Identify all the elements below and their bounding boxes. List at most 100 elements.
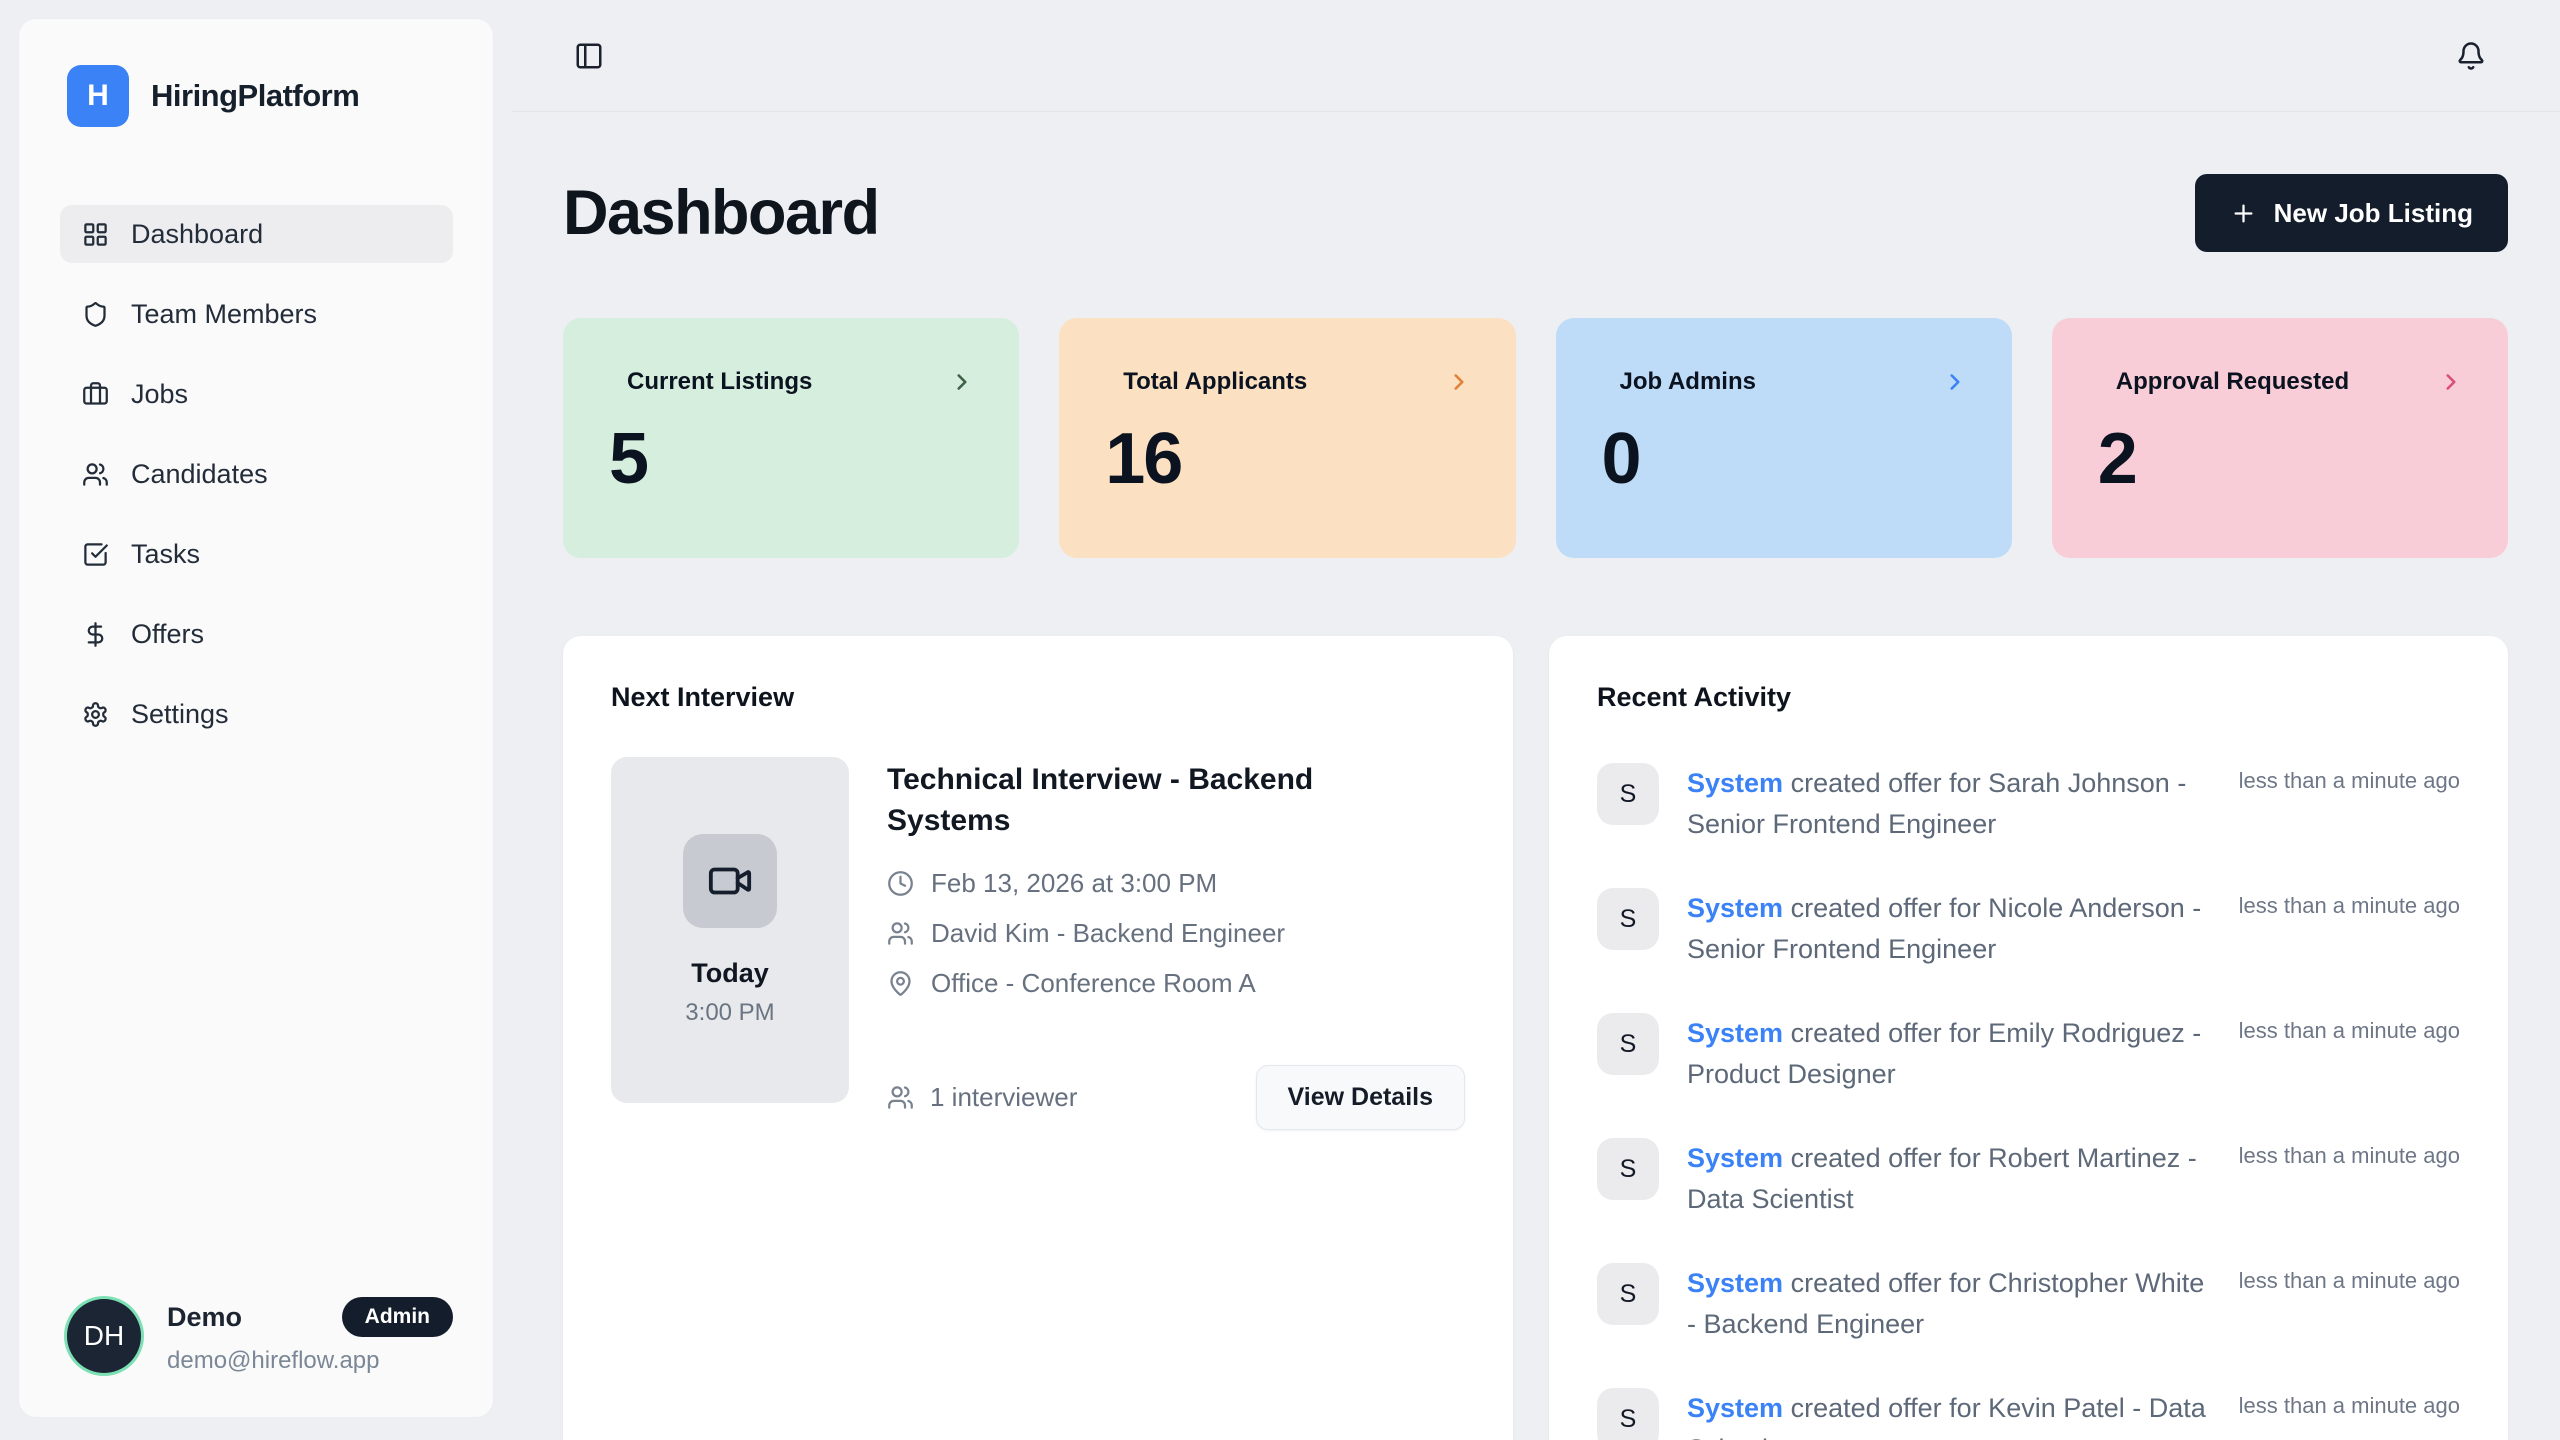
activity-avatar: S — [1597, 763, 1659, 825]
activity-timestamp: less than a minute ago — [2239, 1138, 2460, 1169]
activity-actor: System — [1687, 768, 1783, 798]
page-title: Dashboard — [563, 177, 879, 249]
plus-icon — [2230, 200, 2257, 227]
sidebar-item-label: Dashboard — [131, 219, 263, 250]
stat-card-approval-requested[interactable]: Approval Requested 2 — [2052, 318, 2508, 558]
activity-timestamp: less than a minute ago — [2239, 1013, 2460, 1044]
sidebar-item-label: Candidates — [131, 459, 268, 490]
panel-left-icon — [574, 41, 604, 71]
activity-avatar: S — [1597, 1388, 1659, 1440]
sidebar-item-label: Settings — [131, 699, 229, 730]
user-info: Demo Admin demo@hireflow.app — [167, 1297, 453, 1375]
activity-text: System created offer for Robert Martinez… — [1687, 1138, 2211, 1219]
activity-item: S System created offer for Nicole Anders… — [1597, 888, 2460, 969]
brand-logo-letter: H — [87, 79, 109, 113]
activity-actor: System — [1687, 1268, 1783, 1298]
main-area: Dashboard New Job Listing Current Listin… — [512, 0, 2560, 1440]
interview-person: David Kim - Backend Engineer — [931, 918, 1285, 949]
new-job-listing-button[interactable]: New Job Listing — [2195, 174, 2508, 252]
user-profile[interactable]: DH Demo Admin demo@hireflow.app — [67, 1297, 453, 1375]
stat-value: 0 — [1602, 418, 1968, 500]
sidebar-item-label: Tasks — [131, 539, 200, 570]
interview-location-row: Office - Conference Room A — [887, 968, 1465, 999]
activity-avatar: S — [1597, 1263, 1659, 1325]
stat-label: Approval Requested — [2116, 368, 2349, 396]
activity-timestamp: less than a minute ago — [2239, 888, 2460, 919]
sidebar-item-offers[interactable]: Offers — [60, 605, 453, 663]
sidebar-item-candidates[interactable]: Candidates — [60, 445, 453, 503]
activity-text: System created offer for Nicole Anderson… — [1687, 888, 2211, 969]
video-camera-icon — [707, 858, 753, 904]
chevron-right-icon — [949, 369, 975, 395]
activity-actor: System — [1687, 1393, 1783, 1423]
gear-icon — [82, 701, 109, 728]
activity-avatar: S — [1597, 1138, 1659, 1200]
new-job-listing-label: New Job Listing — [2274, 198, 2473, 229]
interview-day-label: Today — [691, 958, 769, 989]
view-details-button[interactable]: View Details — [1256, 1065, 1465, 1130]
activity-text: System created offer for Emily Rodriguez… — [1687, 1013, 2211, 1094]
activity-actor: System — [1687, 1018, 1783, 1048]
stat-label: Job Admins — [1620, 368, 1756, 396]
sidebar-item-tasks[interactable]: Tasks — [60, 525, 453, 583]
stat-value: 16 — [1105, 418, 1471, 500]
activity-item: S System created offer for Christopher W… — [1597, 1263, 2460, 1344]
interview-time-label: 3:00 PM — [685, 999, 774, 1027]
tasks-check-icon — [82, 541, 109, 568]
stat-card-current-listings[interactable]: Current Listings 5 — [563, 318, 1019, 558]
activity-text: System created offer for Christopher Whi… — [1687, 1263, 2211, 1344]
video-icon-box — [683, 834, 777, 928]
user-avatar: DH — [67, 1299, 141, 1373]
sidebar-item-dashboard[interactable]: Dashboard — [60, 205, 453, 263]
interview-datetime-row: Feb 13, 2026 at 3:00 PM — [887, 868, 1465, 899]
interviewer-count-label: 1 interviewer — [930, 1082, 1077, 1113]
users-icon — [887, 920, 914, 947]
sidebar-item-label: Jobs — [131, 379, 188, 410]
stat-card-job-admins[interactable]: Job Admins 0 — [1556, 318, 2012, 558]
dashboard-grid-icon — [82, 221, 109, 248]
interview-person-row: David Kim - Backend Engineer — [887, 918, 1465, 949]
user-email: demo@hireflow.app — [167, 1347, 453, 1375]
interviewer-count: 1 interviewer — [887, 1082, 1077, 1113]
admin-badge: Admin — [342, 1297, 453, 1337]
activity-actor: System — [1687, 893, 1783, 923]
stat-value: 5 — [609, 418, 975, 500]
brand: H HiringPlatform — [19, 19, 493, 127]
users-icon — [82, 461, 109, 488]
activity-item: S System created offer for Sarah Johnson… — [1597, 763, 2460, 844]
user-name: Demo — [167, 1302, 242, 1333]
activity-avatar: S — [1597, 888, 1659, 950]
sidebar-item-team-members[interactable]: Team Members — [60, 285, 453, 343]
activity-text: System created offer for Kevin Patel - D… — [1687, 1388, 2211, 1440]
activity-timestamp: less than a minute ago — [2239, 763, 2460, 794]
activity-item: S System created offer for Kevin Patel -… — [1597, 1388, 2460, 1440]
recent-activity-card: Recent Activity S System created offer f… — [1549, 636, 2508, 1440]
sidebar: H HiringPlatform Dashboard Team Members … — [18, 18, 494, 1418]
interview-title: Technical Interview - Backend Systems — [887, 759, 1407, 842]
notifications-button[interactable] — [2456, 41, 2486, 71]
brand-name: HiringPlatform — [151, 78, 359, 114]
stat-label: Current Listings — [627, 368, 812, 396]
sidebar-toggle-button[interactable] — [574, 41, 604, 71]
sidebar-item-jobs[interactable]: Jobs — [60, 365, 453, 423]
activity-list: S System created offer for Sarah Johnson… — [1597, 763, 2460, 1440]
stat-card-total-applicants[interactable]: Total Applicants 16 — [1059, 318, 1515, 558]
chevron-right-icon — [1446, 369, 1472, 395]
activity-timestamp: less than a minute ago — [2239, 1388, 2460, 1419]
activity-timestamp: less than a minute ago — [2239, 1263, 2460, 1294]
chevron-right-icon — [2438, 369, 2464, 395]
activity-avatar: S — [1597, 1013, 1659, 1075]
next-interview-title: Next Interview — [611, 682, 1465, 713]
clock-icon — [887, 870, 914, 897]
sidebar-item-label: Offers — [131, 619, 204, 650]
brand-logo: H — [67, 65, 129, 127]
sidebar-nav: Dashboard Team Members Jobs Candidates T… — [60, 205, 453, 743]
bell-icon — [2456, 41, 2486, 71]
stat-value: 2 — [2098, 418, 2464, 500]
chevron-right-icon — [1942, 369, 1968, 395]
activity-item: S System created offer for Emily Rodrigu… — [1597, 1013, 2460, 1094]
sidebar-item-settings[interactable]: Settings — [60, 685, 453, 743]
interview-location: Office - Conference Room A — [931, 968, 1256, 999]
activity-actor: System — [1687, 1143, 1783, 1173]
users-icon — [887, 1084, 914, 1111]
